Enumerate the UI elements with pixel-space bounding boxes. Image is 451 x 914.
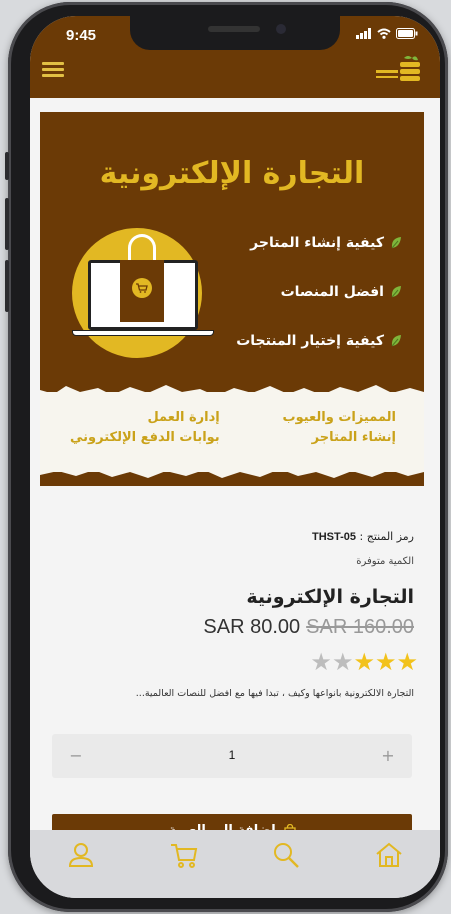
paper-text-right: المميزات والعيوب إنشاء المتاجر — [282, 410, 396, 445]
wifi-icon — [377, 28, 391, 39]
home-icon[interactable] — [374, 840, 404, 870]
star-empty-icon: ★ — [331, 648, 354, 676]
brand-logo-icon[interactable] — [374, 54, 420, 92]
cart-badge-icon — [132, 278, 152, 298]
banner-bullets: كيفية إنشاء المتاجر افضل المنصات كيفية إ… — [236, 234, 402, 381]
product-page: التجارة الإلكترونية كيفية إنشاء المتاجر … — [30, 98, 440, 846]
product-title: التجارة الإلكترونية — [246, 586, 414, 608]
notch — [130, 16, 340, 50]
status-time: 9:45 — [66, 27, 97, 44]
leaf-icon — [391, 237, 401, 249]
paper-edge — [40, 466, 424, 478]
user-icon[interactable] — [66, 840, 96, 870]
signal-icon — [356, 28, 371, 39]
product-banner-image: التجارة الإلكترونية كيفية إنشاء المتاجر … — [40, 112, 424, 486]
leaf-icon — [391, 335, 401, 347]
quantity-stepper: − 1 + — [52, 734, 412, 778]
hamburger-menu-icon[interactable] — [42, 62, 64, 78]
star-filled-icon: ★ — [396, 648, 418, 676]
price-current: SAR 80.00 — [203, 616, 301, 638]
price-old: SAR 160.00 — [306, 616, 414, 638]
stock-status: الكمية متوفرة — [356, 556, 414, 567]
search-icon[interactable] — [271, 840, 301, 870]
banner-title: التجارة الإلكترونية — [99, 156, 365, 191]
product-sku: رمز المنتج : THST-05 — [312, 530, 414, 543]
battery-icon — [396, 28, 418, 39]
paper-text-left: إدارة العمل بوابات الدفع الإلكتروني — [70, 410, 220, 445]
status-icons — [356, 28, 418, 39]
banner-bullet: افضل المنصات — [236, 283, 402, 301]
speaker — [208, 26, 260, 32]
banner-bullet: كيفية إختيار المنتجات — [236, 332, 402, 350]
camera — [276, 24, 286, 34]
star-filled-icon: ★ — [353, 648, 375, 676]
side-button — [5, 152, 9, 180]
star-filled-icon: ★ — [374, 648, 397, 676]
bottom-navigation — [30, 830, 440, 898]
product-prices: SAR 80.00 SAR 160.00 — [203, 616, 414, 639]
banner-bullet: كيفية إنشاء المتاجر — [236, 234, 402, 252]
star-empty-icon: ★ — [310, 648, 332, 676]
quantity-value[interactable]: 1 — [52, 748, 412, 762]
product-description: التجارة الالكترونية بانواعها وكيف ، تبدا… — [135, 688, 414, 699]
side-button — [5, 198, 9, 250]
side-button — [5, 260, 9, 312]
quantity-increase-button[interactable]: + — [378, 746, 398, 765]
rating-stars: ★ ★ ★ ★ ★ — [310, 650, 418, 674]
laptop-base — [72, 330, 214, 336]
cart-icon[interactable] — [169, 840, 199, 870]
app-screen: 9:45 التجارة الإلكترونية كيفية إنشاء الم… — [30, 16, 440, 898]
leaf-icon — [391, 286, 401, 298]
app-header: 9:45 — [30, 16, 440, 98]
